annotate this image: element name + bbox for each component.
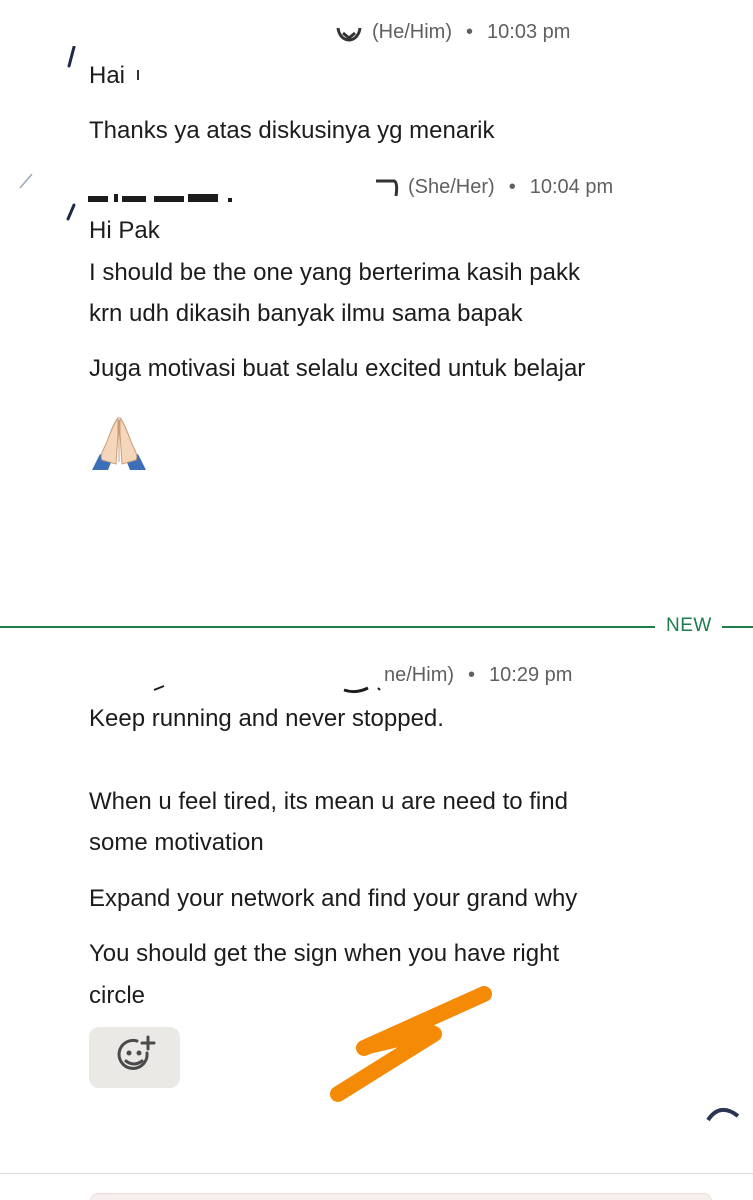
meta-separator: • — [466, 21, 474, 43]
author-pronouns: ne/Him) — [384, 664, 455, 686]
author-pronouns: (She/Her) — [408, 176, 495, 198]
message-text: some motivation — [89, 829, 264, 856]
avatar-fragment — [66, 45, 76, 73]
message-text: circle — [89, 982, 146, 1009]
avatar-fragment — [18, 172, 34, 195]
message-meta: (She/Her) • 10:04 pm — [408, 176, 613, 199]
pray-emoji — [90, 414, 148, 472]
message-text: Thanks ya atas diskusinya yg menarik — [89, 117, 495, 144]
message-meta: ne/Him) • 10:29 pm — [384, 664, 572, 687]
author-pronouns: (He/Him) — [372, 21, 452, 43]
meta-separator: • — [468, 664, 476, 686]
corner-avatar-fragment — [706, 1102, 740, 1127]
meta-separator: • — [508, 176, 516, 198]
composer-divider — [0, 1173, 753, 1174]
message-text: You should get the sign when you have ri… — [89, 940, 560, 967]
divider-line — [722, 626, 753, 628]
add-reaction-icon — [113, 1033, 157, 1082]
message-composer[interactable] — [90, 1193, 712, 1200]
redaction-scribble — [320, 984, 500, 1119]
message-timestamp[interactable]: 10:29 pm — [489, 664, 572, 686]
add-reaction-button[interactable] — [89, 1027, 180, 1088]
message-timestamp[interactable]: 10:03 pm — [487, 21, 570, 43]
redacted-author-name — [88, 176, 248, 209]
message-text: Hi Pak — [89, 217, 160, 244]
message-text: Expand your network and find your grand … — [89, 885, 578, 912]
message-text: Hai — [89, 62, 126, 89]
message-text: Juga motivasi buat selalu excited untuk … — [89, 355, 586, 382]
new-label: NEW — [666, 615, 712, 636]
message-text: krn udh dikasih banyak ilmu sama bapak — [89, 300, 523, 327]
message-text: I should be the one yang berterima kasih… — [89, 259, 580, 286]
message-text: Keep running and never stopped. — [89, 705, 444, 732]
message-meta: (He/Him) • 10:03 pm — [372, 21, 570, 44]
author-avatar[interactable] — [334, 22, 364, 53]
new-messages-divider: NEW — [0, 615, 753, 636]
redacted-author-name — [150, 676, 390, 701]
chat-thread: (He/Him) • 10:03 pm Hai Thanks ya atas dis… — [0, 0, 753, 1200]
message-text: When u feel tired, its mean u are need t… — [89, 788, 568, 815]
author-avatar[interactable] — [372, 176, 402, 205]
avatar-fragment — [64, 203, 76, 226]
divider-line — [0, 626, 655, 628]
message-timestamp[interactable]: 10:04 pm — [530, 176, 613, 198]
redacted-mark — [136, 68, 140, 87]
